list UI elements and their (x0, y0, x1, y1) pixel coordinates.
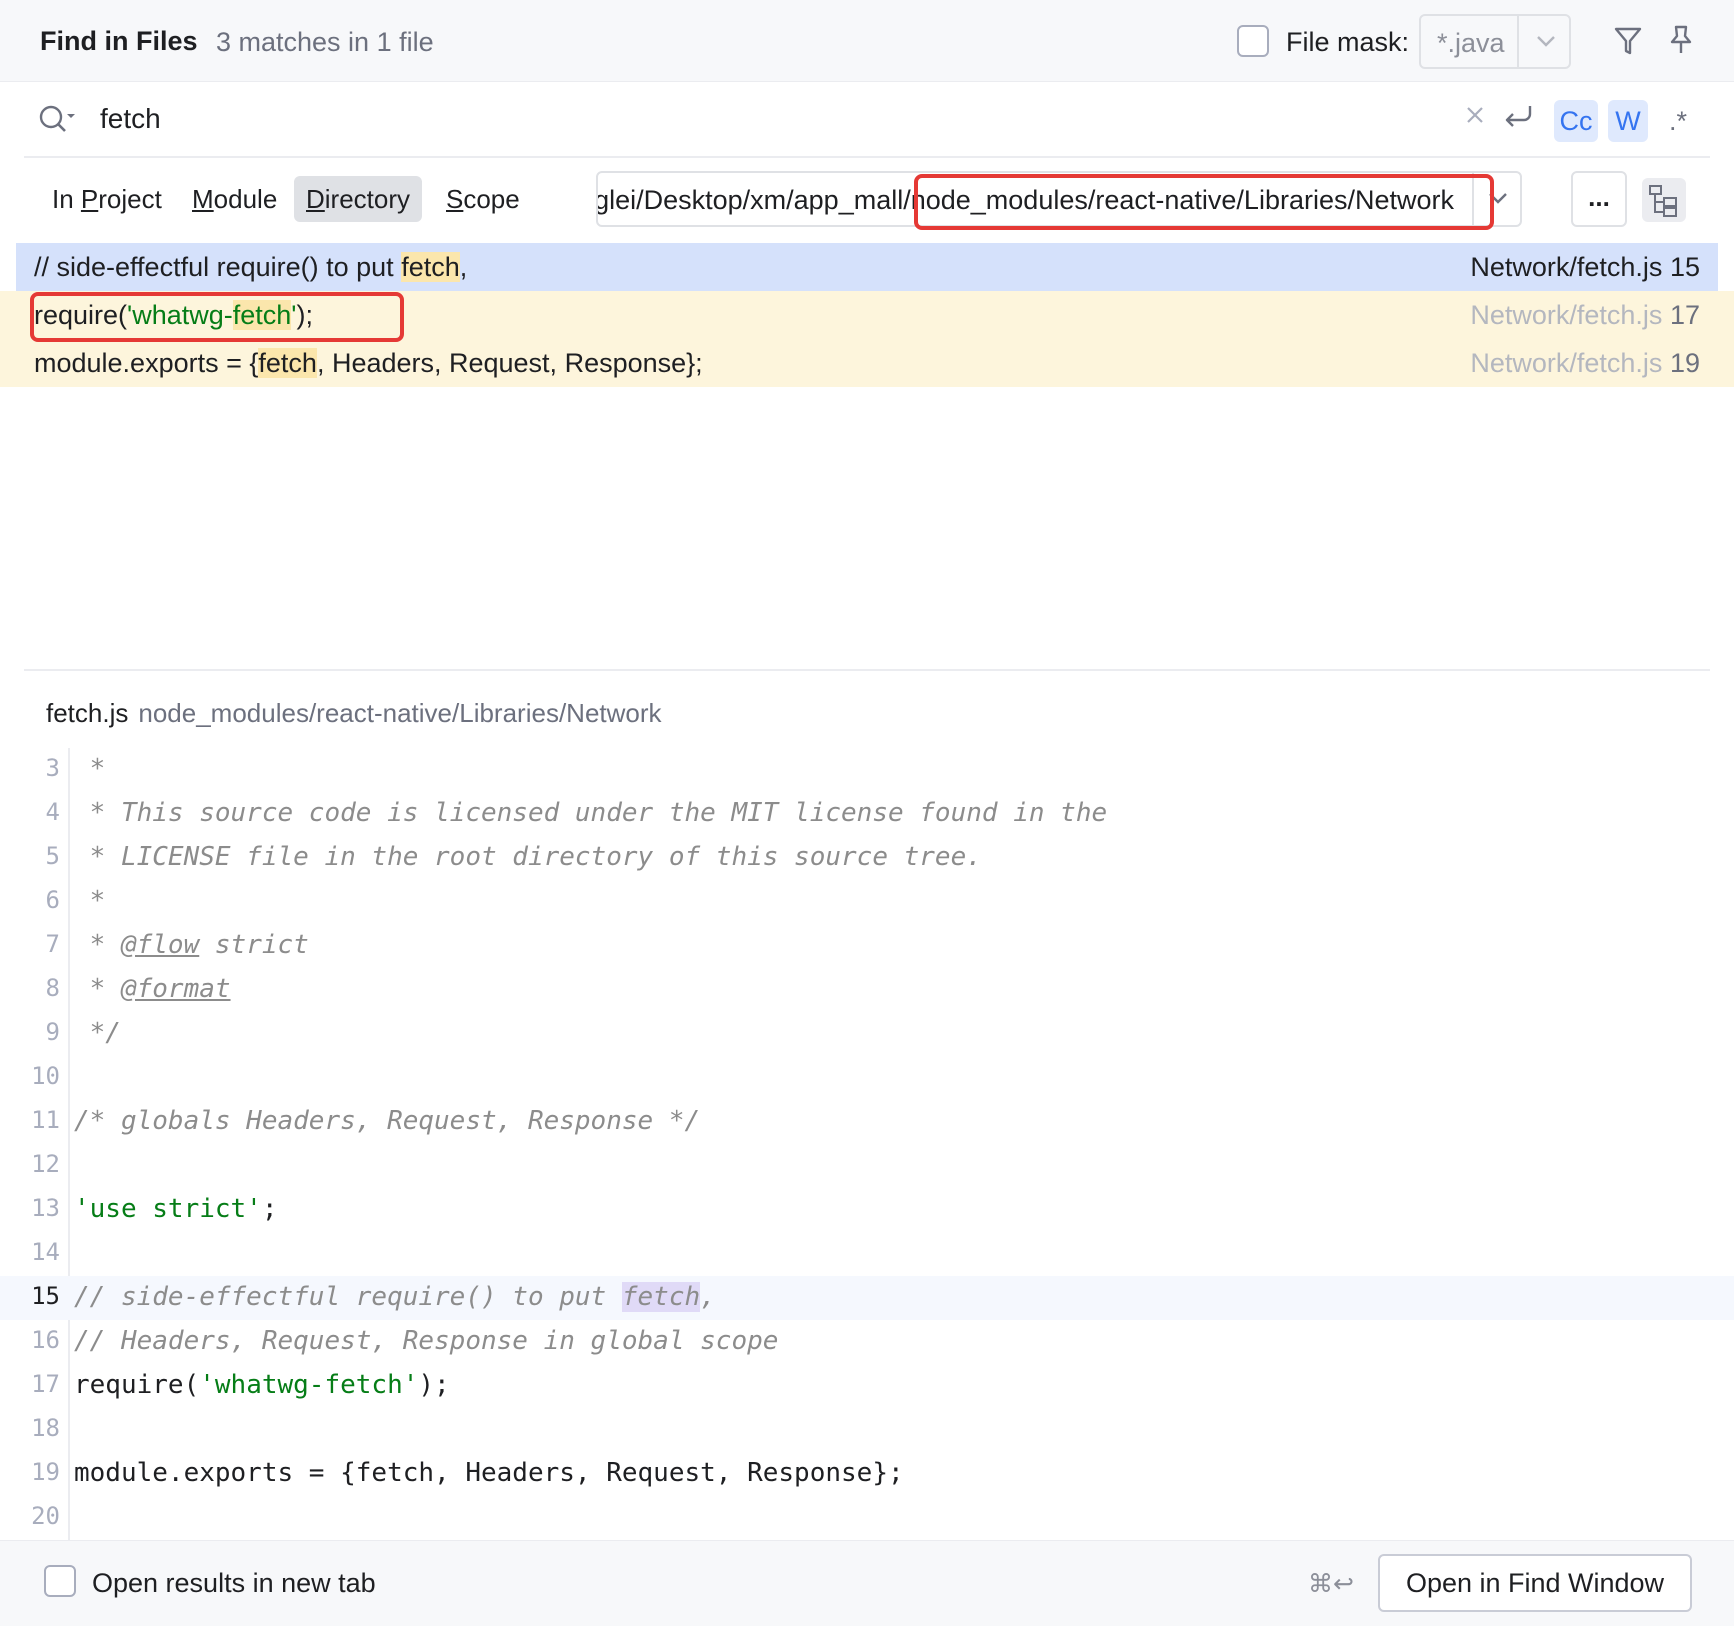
line-number: 4 (45, 798, 60, 826)
code-text: * @flow strict (74, 930, 309, 960)
line-number: 19 (31, 1458, 60, 1486)
preview-file-name: fetch.js (46, 698, 129, 728)
filter-icon[interactable] (1614, 26, 1642, 56)
line-number: 5 (45, 842, 60, 870)
preview-divider (24, 669, 1710, 671)
preview-header: fetch.js node_modules/react-native/Librar… (46, 698, 662, 729)
result-text: module.exports = {fetch, Headers, Reques… (34, 348, 703, 378)
new-tab-label: Open results in new tab (92, 1568, 376, 1598)
code-text: * (74, 754, 106, 784)
browse-directory-button[interactable]: ... (1571, 171, 1627, 227)
code-text: * @format (74, 974, 231, 1004)
file-mask-checkbox[interactable] (1237, 25, 1269, 57)
code-line: 5 * LICENSE file in the root directory o… (0, 836, 1734, 880)
code-text: * This source code is licensed under the… (74, 798, 1108, 828)
pin-icon[interactable] (1668, 24, 1694, 56)
code-line: 3 * (0, 748, 1734, 792)
code-text: module.exports = {fetch, Headers, Reques… (74, 1458, 904, 1488)
match-case-toggle[interactable]: Cc (1554, 100, 1598, 142)
code-line: 17 require('whatwg-fetch'); (0, 1364, 1734, 1408)
file-mask-value: *.java (1437, 28, 1505, 58)
line-number: 8 (45, 974, 60, 1002)
search-history-icon[interactable] (38, 104, 78, 136)
annotation-box-result (30, 292, 404, 342)
code-line: 8 * @format (0, 968, 1734, 1012)
code-text: // side-effectful require() to put fetch… (74, 1282, 716, 1312)
line-number: 20 (31, 1502, 60, 1530)
result-location: Network/fetch.js 19 (1470, 348, 1700, 378)
code-line: 10 (0, 1056, 1734, 1100)
line-number: 9 (45, 1018, 60, 1046)
code-line: 12 (0, 1144, 1734, 1188)
file-mask-label: File mask: (1286, 27, 1410, 57)
code-text: * (74, 886, 106, 916)
code-preview[interactable]: 3 * 4 * This source code is licensed und… (0, 748, 1734, 1540)
code-line: 13 'use strict'; (0, 1188, 1734, 1232)
match-summary: 3 matches in 1 file (216, 27, 434, 57)
code-line: 20 (0, 1496, 1734, 1540)
code-text: /* globals Headers, Request, Response */ (74, 1106, 701, 1136)
line-number: 17 (31, 1370, 60, 1398)
code-line: 14 (0, 1232, 1734, 1276)
directory-tree-icon (1649, 185, 1677, 217)
annotation-box-directory (914, 174, 1494, 230)
new-tab-checkbox[interactable] (44, 1565, 76, 1597)
line-number: 18 (31, 1414, 60, 1442)
tab-module[interactable]: Module (180, 176, 289, 222)
result-text: // side-effectful require() to put fetch… (34, 252, 468, 282)
line-number: 13 (31, 1194, 60, 1222)
code-text: * LICENSE file in the root directory of … (74, 842, 982, 872)
code-line: 7 * @flow strict (0, 924, 1734, 968)
code-text: */ (74, 1018, 121, 1048)
line-number: 6 (45, 886, 60, 914)
result-location: Network/fetch.js 15 (1470, 252, 1700, 282)
tab-directory[interactable]: Directory (294, 176, 423, 222)
line-number: 7 (45, 930, 60, 958)
code-line: 18 (0, 1408, 1734, 1452)
code-line: 19 module.exports = {fetch, Headers, Requ… (0, 1452, 1734, 1496)
regex-toggle[interactable]: .* (1658, 100, 1698, 142)
code-line: 4 * This source code is licensed under t… (0, 792, 1734, 836)
search-row: Cc W .* (24, 82, 1710, 158)
result-location: Network/fetch.js 17 (1470, 300, 1700, 330)
file-mask-combo[interactable]: *.java (1419, 14, 1571, 69)
dialog-title: Find in Files (40, 26, 198, 56)
clear-search-icon[interactable] (1464, 104, 1486, 126)
dialog-header: Find in Files 3 matches in 1 file File m… (0, 0, 1734, 82)
search-input[interactable] (100, 96, 1460, 142)
line-number: 3 (45, 754, 60, 782)
code-line-current: 15 // side-effectful require() to put fet… (0, 1276, 1734, 1320)
tab-scope[interactable]: Scope (434, 176, 532, 222)
open-in-find-window-button[interactable]: Open in Find Window (1378, 1554, 1692, 1612)
result-row[interactable]: // side-effectful require() to put fetch… (16, 243, 1718, 291)
newline-icon[interactable] (1502, 100, 1534, 130)
recursive-toggle[interactable] (1642, 178, 1686, 222)
code-text: require('whatwg-fetch'); (74, 1370, 450, 1400)
line-number: 16 (31, 1326, 60, 1354)
code-line: 11 /* globals Headers, Request, Response … (0, 1100, 1734, 1144)
code-text: // Headers, Request, Response in global … (74, 1326, 779, 1356)
shortcut-hint: ⌘↩ (1308, 1570, 1354, 1598)
combo-separator (1517, 16, 1519, 67)
code-line: 9 */ (0, 1012, 1734, 1056)
line-number: 15 (31, 1282, 60, 1310)
line-number: 14 (31, 1238, 60, 1266)
whole-words-toggle[interactable]: W (1608, 100, 1648, 142)
tab-in-project[interactable]: In Project (40, 176, 174, 222)
line-number: 12 (31, 1150, 60, 1178)
code-text: 'use strict'; (74, 1194, 278, 1224)
chevron-down-icon[interactable] (1535, 32, 1557, 50)
preview-file-path: node_modules/react-native/Libraries/Netw… (138, 698, 662, 728)
result-row[interactable]: module.exports = {fetch, Headers, Reques… (0, 339, 1734, 387)
code-line: 6 * (0, 880, 1734, 924)
line-number: 11 (31, 1106, 60, 1134)
line-number: 10 (31, 1062, 60, 1090)
dialog-footer: Open results in new tab ⌘↩ Open in Find … (0, 1540, 1734, 1626)
code-line: 16 // Headers, Request, Response in globa… (0, 1320, 1734, 1364)
